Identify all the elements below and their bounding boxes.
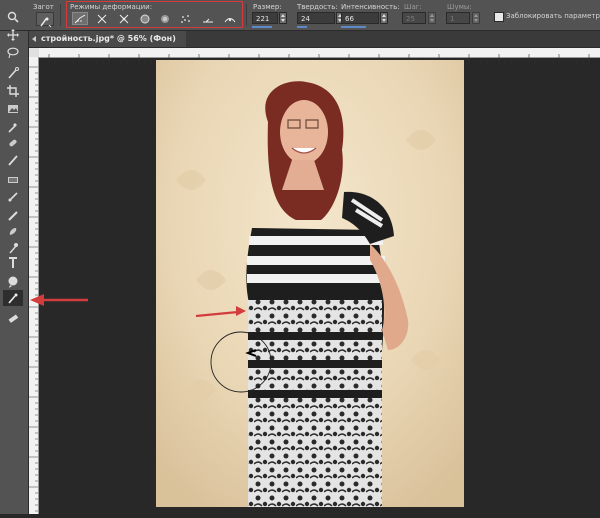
shape-icon [8,276,18,288]
ruler-left[interactable] [29,57,39,514]
blur-icon [9,243,18,254]
tool-quick-selection[interactable] [3,65,23,81]
noise-field[interactable]: 1 [446,12,470,24]
tool-shape[interactable] [3,274,23,290]
preset-picker-button[interactable] [36,12,54,28]
reconstruct-icon [224,17,236,22]
crop-icon [7,85,19,97]
tool-type[interactable] [3,255,23,271]
lasso-icon [7,47,19,59]
tool-stamp[interactable] [3,172,23,188]
step-stepper[interactable] [428,12,436,24]
size-stepper[interactable] [279,12,287,24]
type-icon [9,257,17,268]
ruler-corner [29,48,39,57]
tool-blur[interactable] [3,240,23,256]
tool-crop[interactable] [3,83,23,99]
size-label: Размер: [253,3,282,11]
red-arrow-left-icon [30,294,88,306]
tool-frame[interactable] [3,101,23,117]
twirl-icon [97,14,107,23]
push-left-icon [161,14,169,23]
mirror-icon [181,14,190,23]
mode-mirror-button[interactable] [178,12,194,25]
tool-eraser-small[interactable] [3,311,23,327]
history-brush-icon [8,192,18,202]
document-tab[interactable]: стройность.jpg* @ 56% (Фон) [29,31,186,47]
document-tab-title: стройность.jpg* @ 56% (Фон) [41,34,176,43]
presets-label: Загот [33,3,54,11]
mode-twirl-button[interactable] [94,12,110,25]
tool-brush[interactable] [3,152,23,168]
zoom-icon [7,11,19,23]
mode-forward-warp-button[interactable] [72,12,88,25]
tool-lasso[interactable] [3,45,23,61]
eyedropper-icon [8,123,17,133]
noise-label: Шумы: [447,3,472,11]
chevron-left-icon [32,36,36,42]
tool-healing[interactable] [3,135,23,151]
healing-icon [9,139,17,147]
mode-push-left-button[interactable] [157,12,173,25]
tool-gradient[interactable] [3,223,23,239]
bloat-icon [140,14,150,23]
turbulence-icon [203,18,213,22]
tool-eyedropper[interactable] [3,119,23,135]
eraser-small-icon [8,314,19,323]
pucker-icon [119,14,129,23]
warp-brush-icon [8,293,18,304]
hardness-field[interactable]: 24 [297,12,335,24]
warp-brush-icon [40,17,52,28]
options-bar: Загот Режимы деформации: Размер: 221 Тве… [0,0,600,31]
tool-warp-brush-active[interactable] [3,290,23,306]
tool-move[interactable] [3,27,23,43]
noise-stepper[interactable] [472,12,480,24]
separator [246,4,247,26]
lock-params-label: Заблокировать параметры [506,12,600,20]
hardness-label: Твердость: [297,3,338,11]
mode-reconstruct-button[interactable] [222,12,238,25]
tool-zoom[interactable] [3,9,23,25]
mode-bloat-button[interactable] [137,12,153,25]
tool-history-brush[interactable] [3,189,23,205]
forward-warp-icon [74,14,86,23]
document-photo[interactable] [156,60,464,507]
frame-icon [8,105,18,113]
intensity-stepper[interactable] [380,12,388,24]
lock-params-checkbox[interactable] [494,12,504,22]
ruler-top[interactable] [39,48,600,63]
quick-selection-icon [8,67,19,79]
gradient-icon [9,228,17,235]
brush-icon [8,155,18,166]
intensity-slider[interactable] [341,26,366,28]
step-field[interactable]: 25 [402,12,426,24]
hardness-slider[interactable] [297,26,307,28]
tool-eraser[interactable] [3,207,23,223]
step-label: Шаг: [404,3,422,11]
intensity-label: Интенсивность: [341,3,400,11]
document-tabbar: стройность.jpg* @ 56% (Фон) [29,31,600,48]
move-icon [7,29,19,41]
mode-turbulence-button[interactable] [200,12,216,25]
eraser-icon [8,211,18,221]
ruler-left-ticks [29,66,38,512]
separator [60,4,61,26]
tools-panel [0,11,29,514]
deformation-modes-label: Режимы деформации: [70,3,153,11]
mode-pucker-button[interactable] [116,12,132,25]
size-slider[interactable] [252,26,272,28]
stamp-icon [8,177,18,183]
intensity-field[interactable]: 66 [341,12,379,24]
size-field[interactable]: 221 [252,12,278,24]
